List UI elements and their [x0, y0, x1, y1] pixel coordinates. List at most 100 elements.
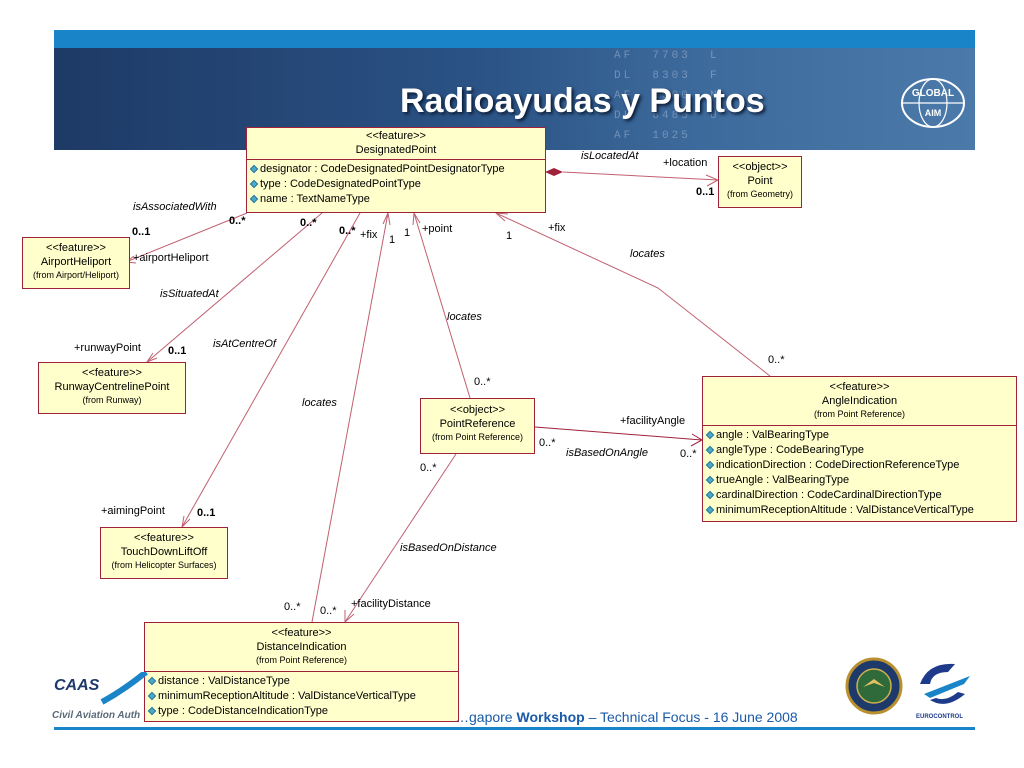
caas-name: Civil Aviation Auth: [52, 710, 141, 721]
attribute-type: CodeDistanceIndicationType: [187, 705, 328, 717]
attribute-distance: distance : ValDistanceType: [147, 674, 455, 689]
footer-suffix: – Technical Focus - 16 June 2008: [584, 709, 798, 725]
attribute-type: TextNameType: [296, 193, 370, 205]
attribute-name: minimumReceptionAltitude: [158, 690, 289, 702]
label-fix-role-2: +fix: [548, 222, 566, 234]
attribute-icon: [705, 505, 715, 515]
label-facility-angle-role: +facilityAngle: [620, 415, 686, 427]
class-name: PointReference: [439, 418, 516, 430]
class-name: Point: [747, 175, 773, 187]
label-dp-multiplicity-ah: 0..*: [229, 215, 246, 227]
caas-logo-text: CAAS: [54, 677, 100, 694]
class-distance-indication: <<feature>> DistanceIndication (from Poi…: [144, 622, 459, 722]
class-point-reference: <<object>> PointReference (from Point Re…: [420, 398, 535, 454]
class-name: DistanceIndication: [256, 641, 347, 653]
line-locates-distance: [311, 212, 389, 623]
attribute-type-row: type : CodeDesignatedPointType: [249, 177, 542, 192]
attribute-true-angle: trueAngle : ValBearingType: [705, 473, 1013, 488]
footer-accent-line: [54, 727, 975, 730]
line-locates-point-reference: [413, 212, 471, 399]
attribute-name: type: [158, 705, 179, 717]
label-airport-heliport-role: +airportHeliport: [133, 252, 209, 264]
attribute-name: designator: [260, 163, 312, 175]
label-pr-multiplicity-distance: 0..*: [420, 462, 437, 474]
composition-diamond: [545, 168, 563, 176]
attribute-name: angleType: [716, 444, 767, 456]
attribute-icon: [705, 445, 715, 455]
attribute-type: CodeDesignatedPointType: [289, 178, 421, 190]
label-td-multiplicity: 0..1: [197, 507, 216, 519]
attribute-name: minimumReceptionAltitude: [716, 504, 847, 516]
eurocontrol-text: EUROCONTROL: [916, 714, 963, 720]
label-di-multiplicity-2: 0..*: [320, 605, 337, 617]
line-is-based-on-distance: [344, 453, 457, 623]
label-di-multiplicity-1: 0..*: [284, 601, 301, 613]
class-name: AngleIndication: [821, 395, 898, 407]
label-is-located-at: isLocatedAt: [581, 150, 639, 162]
class-point: <<object>> Point (from Geometry): [718, 156, 802, 208]
class-angle-indication: <<feature>> AngleIndication (from Point …: [702, 376, 1017, 522]
label-point-role: +point: [422, 223, 453, 235]
class-name: RunwayCentrelinePoint: [54, 381, 170, 393]
package-label: (from Runway): [82, 395, 142, 405]
class-name: AirportHeliport: [40, 256, 112, 268]
class-touch-down-lift-off: <<feature>> TouchDownLiftOff (from Helic…: [100, 527, 228, 579]
stereotype-label: <<feature>>: [134, 532, 194, 544]
stereotype-label: <<object>>: [732, 161, 788, 173]
class-runway-centreline-point: <<feature>> RunwayCentrelinePoint (from …: [38, 362, 186, 414]
label-locates-angle: locates: [630, 248, 665, 260]
attribute-name-row: name : TextNameType: [249, 192, 542, 207]
caas-logo: CAAS: [54, 672, 148, 705]
class-designated-point: <<feature>> DesignatedPoint designator :…: [246, 127, 546, 213]
attribute-icon: [705, 430, 715, 440]
attribute-name: distance: [158, 675, 199, 687]
label-ai-multiplicity-top: 0..*: [768, 354, 785, 366]
attribute-name: name: [260, 193, 288, 205]
attribute-name: cardinalDirection: [716, 489, 798, 501]
attribute-type-row: type : CodeDistanceIndicationType: [147, 704, 455, 719]
label-one-3: 1: [506, 230, 513, 242]
label-facility-distance-role: +facilityDistance: [351, 598, 431, 610]
attribute-name: type: [260, 178, 281, 190]
package-label: (from Helicopter Surfaces): [111, 560, 217, 570]
label-fix-role-1: +fix: [360, 229, 378, 241]
package-label: (from Point Reference): [255, 655, 348, 665]
eurocontrol-logo: [920, 663, 970, 704]
label-is-at-centre-of: isAtCentreOf: [213, 338, 276, 350]
attribute-type: ValDistanceVerticalType: [298, 690, 416, 702]
faa-seal-logo: [845, 657, 903, 715]
label-runway-point-role: +runwayPoint: [74, 342, 141, 354]
attribute-type: CodeBearingType: [775, 444, 864, 456]
stereotype-label: <<feature>>: [271, 627, 332, 639]
line-is-located-at: [562, 171, 719, 181]
arrow-point-reference: [412, 211, 421, 226]
package-label: (from Airport/Heliport): [32, 270, 120, 280]
label-is-based-on-distance: isBasedOnDistance: [400, 542, 497, 554]
attribute-indication-direction: indicationDirection : CodeDirectionRefer…: [705, 458, 1013, 473]
attribute-name: trueAngle: [716, 474, 764, 486]
attribute-angle: angle : ValBearingType: [705, 428, 1013, 443]
attribute-icon: [249, 164, 259, 174]
stereotype-label: <<feature>>: [366, 130, 426, 142]
label-dp-multiplicity-td: 0..*: [339, 225, 356, 237]
stereotype-label: <<feature>>: [82, 367, 142, 379]
attribute-icon: [705, 475, 715, 485]
attribute-icon: [249, 194, 259, 204]
attribute-type: ValDistanceType: [208, 675, 290, 687]
label-rcp-multiplicity: 0..1: [168, 345, 187, 357]
class-name: DesignatedPoint: [355, 144, 437, 156]
label-locates-point-reference: locates: [447, 311, 482, 323]
attribute-angle-type: angleType : CodeBearingType: [705, 443, 1013, 458]
arrow-touchdown: [181, 515, 191, 529]
attribute-icon: [249, 179, 259, 189]
attribute-icon: [705, 460, 715, 470]
label-is-associated-with: isAssociatedWith: [133, 201, 217, 213]
footer-text: …gapore Workshop – Technical Focus - 16 …: [455, 709, 798, 725]
attribute-name: indicationDirection: [716, 459, 806, 471]
attribute-type: CodeDirectionReferenceType: [815, 459, 960, 471]
label-aiming-point-role: +aimingPoint: [101, 505, 165, 517]
attribute-type: ValBearingType: [752, 429, 829, 441]
class-airport-heliport: <<feature>> AirportHeliport (from Airpor…: [22, 237, 130, 289]
stereotype-label: <<feature>>: [829, 381, 890, 393]
label-pr-multiplicity-angle: 0..*: [539, 437, 556, 449]
